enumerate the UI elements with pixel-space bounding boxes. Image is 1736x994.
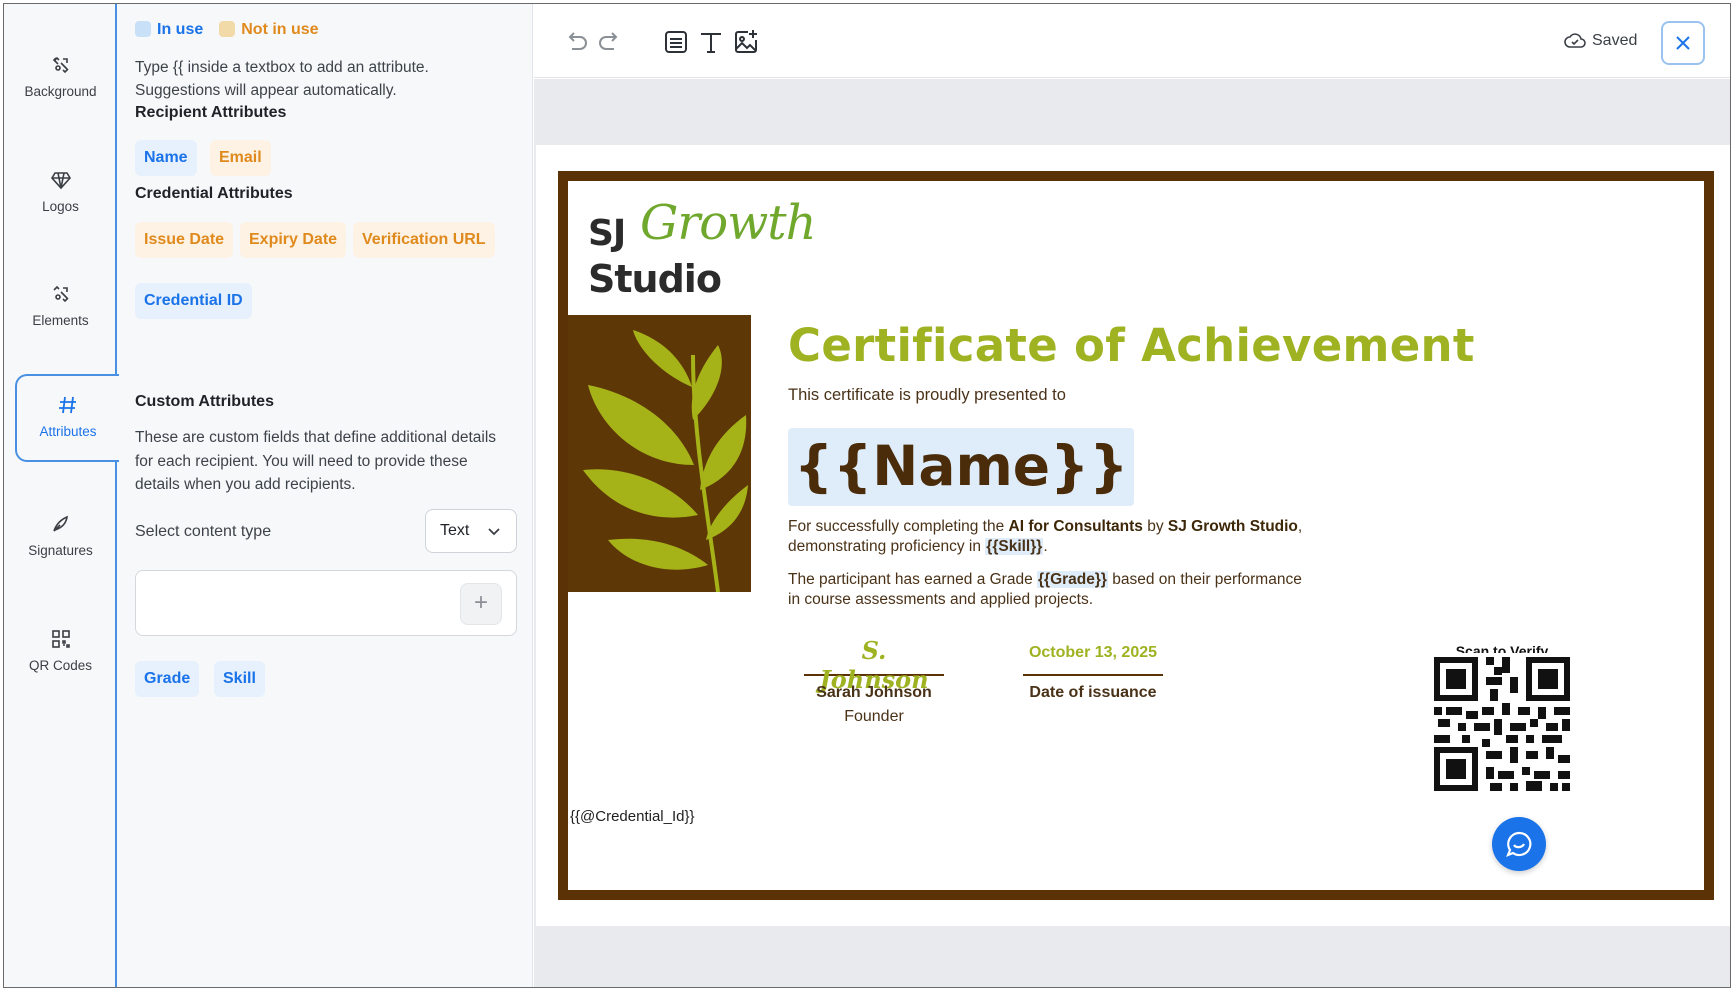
content-type-label: Select content type <box>135 523 272 540</box>
attribute-hint: Type {{ inside a textbox to add an attri… <box>135 59 429 99</box>
grade-paragraph[interactable]: The participant has earned a Grade {{Gra… <box>788 570 1308 609</box>
rail-item-qr-codes[interactable]: QR Codes <box>4 600 117 710</box>
pen-icon <box>52 515 68 532</box>
editor-canvas: SJ Growth Studio Certificate of Achievem… <box>534 79 1730 987</box>
attribute-chip-name[interactable]: Name <box>135 140 197 176</box>
logo-growth: Growth <box>640 195 816 251</box>
certificate-editor-window: Background Logos Elements Attributes Sig… <box>3 3 1731 988</box>
cloud-check-icon <box>1564 33 1586 48</box>
add-image-icon[interactable] <box>732 28 760 56</box>
rail-item-label: Signatures <box>28 543 93 558</box>
rail-item-signatures[interactable]: Signatures <box>4 485 117 595</box>
content-type-select[interactable]: Text <box>425 509 517 553</box>
recipient-attributes-title: Recipient Attributes <box>135 104 287 121</box>
attribute-chip-email[interactable]: Email <box>210 140 271 176</box>
attribute-chip-skill[interactable]: Skill <box>214 661 265 697</box>
signer-name: Sarah Johnson <box>816 684 932 701</box>
add-attribute-button[interactable]: + <box>460 583 502 625</box>
editor-toolbar: Saved <box>534 4 1730 78</box>
achievement-paragraph[interactable]: For successfully completing the AI for C… <box>788 517 1348 556</box>
rail-item-label: Attributes <box>39 424 97 439</box>
recipient-name-placeholder[interactable]: {{Name}} <box>788 428 1135 506</box>
not-in-use-swatch <box>219 21 236 37</box>
signature-block[interactable]: S. Johnson Sarah Johnson Founder <box>804 636 944 726</box>
close-button[interactable] <box>1661 21 1705 65</box>
hash-icon <box>59 396 76 414</box>
sidebar-rail: Background Logos Elements Attributes Sig… <box>4 4 119 987</box>
background-icon <box>52 56 69 74</box>
content-type-value: Text <box>440 522 470 539</box>
signature-image: S. Johnson <box>819 636 929 694</box>
rail-item-elements[interactable]: Elements <box>4 255 117 365</box>
rail-item-label: Logos <box>42 199 79 214</box>
layers-icon[interactable] <box>662 28 690 56</box>
certificate-title: Certificate of Achievement <box>788 319 1475 372</box>
credential-id-placeholder[interactable]: {{@Credential_Id}} <box>570 808 695 825</box>
rail-item-label: QR Codes <box>28 658 93 673</box>
attribute-chip-grade[interactable]: Grade <box>135 661 200 697</box>
attribute-chip-expiry-date[interactable]: Expiry Date <box>240 222 347 258</box>
attribute-legend: In use Not in use <box>135 21 319 39</box>
logo-studio: Studio <box>588 257 722 301</box>
qr-code-icon <box>51 630 70 648</box>
undo-icon[interactable] <box>562 28 590 56</box>
date-line <box>1023 674 1163 676</box>
logo-sj: SJ <box>588 213 626 254</box>
skill-attribute: {{Skill}} <box>985 537 1044 555</box>
in-use-swatch <box>135 21 151 37</box>
diamond-icon <box>50 172 71 190</box>
rail-item-label: Elements <box>32 313 89 328</box>
rail-item-background[interactable]: Background <box>4 26 117 136</box>
attributes-panel: In use Not in use Type {{ inside a textb… <box>117 4 533 987</box>
saved-label: Saved <box>1592 32 1638 49</box>
save-status: Saved <box>1564 30 1637 50</box>
credential-attributes-title: Credential Attributes <box>135 185 293 202</box>
certificate-sheet: SJ Growth Studio Certificate of Achievem… <box>536 145 1730 926</box>
custom-attribute-input[interactable]: + <box>135 570 517 636</box>
certificate[interactable]: SJ Growth Studio Certificate of Achievem… <box>558 171 1714 900</box>
issue-date-value: October 13, 2025 <box>1028 644 1158 661</box>
signer-role: Founder <box>844 708 904 725</box>
attribute-chip-verification-url[interactable]: Verification URL <box>353 222 495 258</box>
attribute-chip-issue-date[interactable]: Issue Date <box>135 222 234 258</box>
chevron-down-icon <box>488 528 500 536</box>
leaf-icon <box>583 330 748 592</box>
date-block[interactable]: October 13, 2025 Date of issuance <box>1023 636 1163 702</box>
chat-support-button[interactable] <box>1492 817 1546 871</box>
qr-code[interactable] <box>1432 653 1572 793</box>
elements-icon <box>52 285 69 303</box>
presented-to-text: This certificate is proudly presented to <box>788 386 1066 404</box>
leaf-illustration <box>568 315 751 592</box>
redo-icon[interactable] <box>596 28 624 56</box>
rail-item-logos[interactable]: Logos <box>4 141 117 251</box>
rail-item-label: Background <box>24 84 97 99</box>
date-label: Date of issuance <box>1029 684 1157 701</box>
rail-item-attributes[interactable]: Attributes <box>15 374 119 462</box>
legend-not-in-use: Not in use <box>219 21 319 39</box>
legend-in-use: In use <box>135 21 203 39</box>
custom-attributes-description: These are custom fields that define addi… <box>135 429 497 493</box>
grade-attribute: {{Grade}} <box>1037 571 1108 588</box>
close-icon <box>1676 36 1690 50</box>
text-tool-icon[interactable] <box>697 28 725 56</box>
chat-icon <box>1506 831 1532 857</box>
custom-attributes-title: Custom Attributes <box>135 393 274 410</box>
attribute-chip-credential-id[interactable]: Credential ID <box>135 283 252 319</box>
